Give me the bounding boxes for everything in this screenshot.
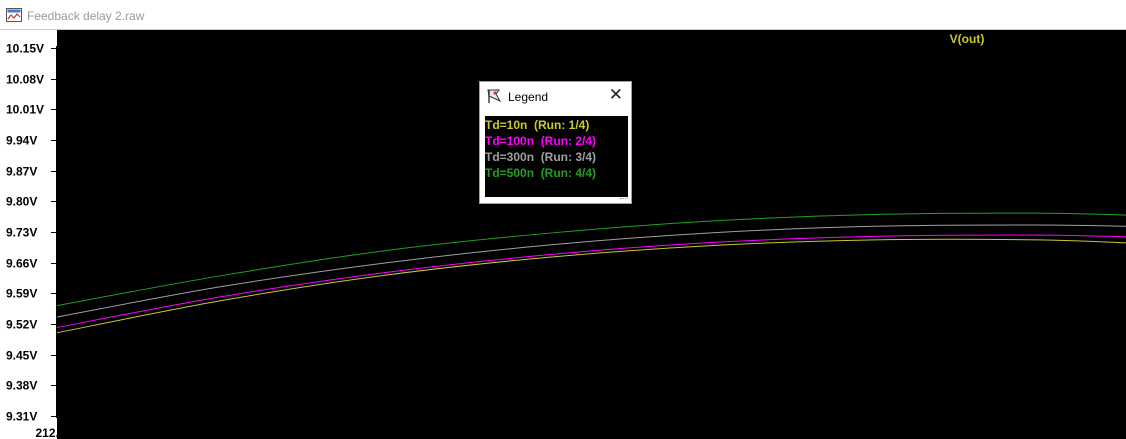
legend-entry[interactable]: Td=10n (Run: 1/4) xyxy=(485,118,589,132)
window-titlebar[interactable]: Feedback delay 2.raw xyxy=(0,0,1126,30)
legend-entry[interactable]: Td=100n (Run: 2/4) xyxy=(485,134,596,148)
legend-window[interactable]: Legend ✕ Td=10n (Run: 1/4) Td=100n (Run:… xyxy=(479,81,632,204)
y-tick-label: 9.73V xyxy=(6,226,37,240)
close-icon[interactable]: ✕ xyxy=(609,85,623,105)
trace-name-label: V(out) xyxy=(950,32,985,46)
legend-entry[interactable]: Td=300n (Run: 3/4) xyxy=(485,150,596,164)
window-title: Feedback delay 2.raw xyxy=(27,9,145,23)
x-tick-label: 213.6us xyxy=(853,426,897,439)
legend-app-icon xyxy=(487,89,502,103)
y-tick-label: 10.01V xyxy=(6,103,44,117)
x-tick-label: 212.4us xyxy=(199,426,243,439)
x-tick-label: 212.1us xyxy=(35,426,79,439)
y-tick-label: 9.38V xyxy=(6,379,37,393)
x-tick-label: 213.0us xyxy=(526,426,570,439)
y-tick-label: 9.52V xyxy=(6,318,37,332)
y-tick-label: 9.87V xyxy=(6,165,37,179)
x-tick-label: 213.3us xyxy=(689,426,733,439)
y-tick-label: 9.59V xyxy=(6,287,37,301)
y-tick-label: 9.94V xyxy=(6,134,37,148)
y-tick-label: 10.08V xyxy=(6,73,44,87)
y-tick-label: 9.45V xyxy=(6,349,37,363)
legend-entry[interactable]: Td=500n (Run: 4/4) xyxy=(485,166,596,180)
waveform-viewer-icon xyxy=(6,8,22,22)
legend-entries: Td=10n (Run: 1/4) Td=100n (Run: 2/4) Td=… xyxy=(485,116,628,197)
x-tick-label: 213.9us xyxy=(1016,426,1060,439)
y-tick-label: 9.66V xyxy=(6,257,37,271)
y-tick-label: 10.15V xyxy=(6,42,44,56)
legend-title: Legend xyxy=(508,90,549,104)
resize-grip[interactable] xyxy=(620,198,628,201)
y-tick-label: 9.31V xyxy=(6,410,37,424)
x-tick-label: 212.7us xyxy=(362,426,406,439)
y-tick-label: 9.80V xyxy=(6,195,37,209)
